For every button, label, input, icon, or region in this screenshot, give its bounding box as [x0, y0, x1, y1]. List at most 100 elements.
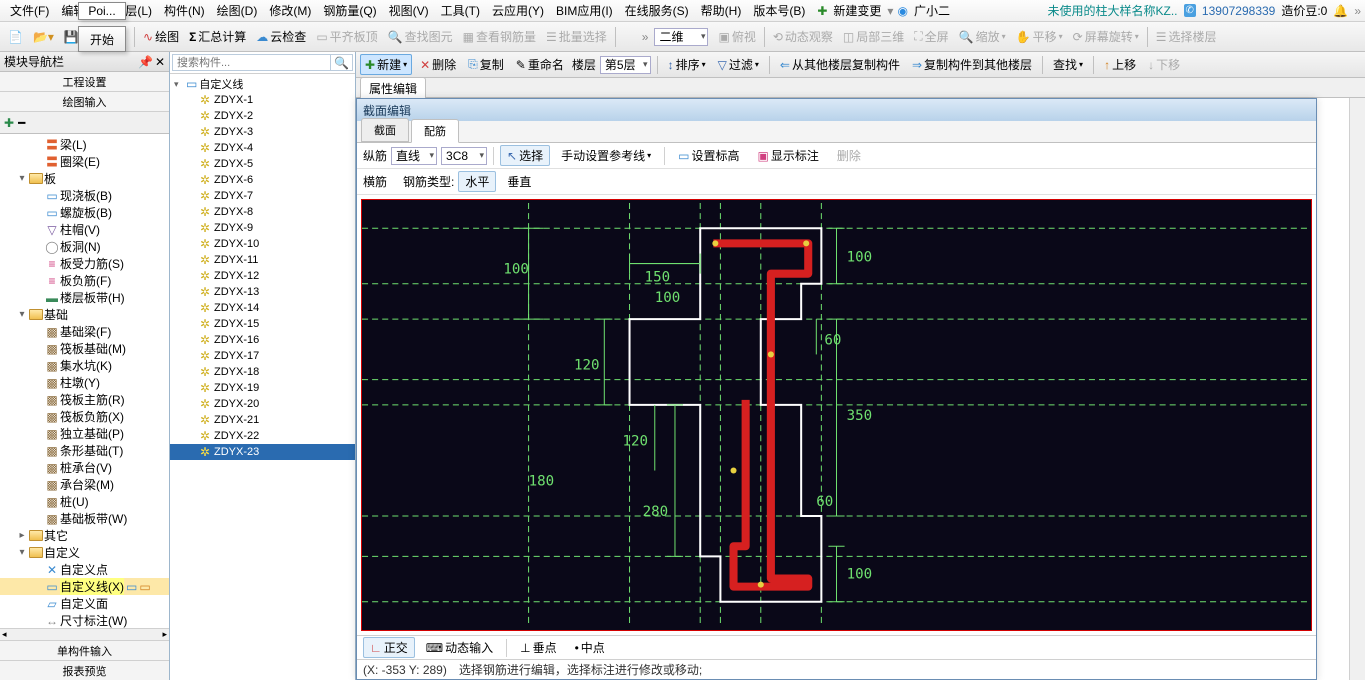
- steel-button[interactable]: ▦查看钢筋量: [459, 26, 540, 47]
- menu-online[interactable]: 在线服务(S): [619, 0, 695, 21]
- list-item[interactable]: ✲ZDYX-17: [170, 348, 355, 364]
- right-scrollbar[interactable]: [1349, 98, 1365, 680]
- vertical-button[interactable]: 垂直: [500, 171, 538, 192]
- draw-button[interactable]: ∿绘图: [139, 26, 183, 47]
- menu-modify[interactable]: 修改(M): [263, 0, 317, 21]
- list-item[interactable]: ✲ZDYX-9: [170, 220, 355, 236]
- tree-node[interactable]: ▩筏板主筋(R): [0, 391, 169, 408]
- search-button[interactable]: 🔍: [331, 54, 353, 71]
- close-icon[interactable]: ✕: [155, 55, 165, 69]
- tree-node[interactable]: 〓圈梁(E): [0, 153, 169, 170]
- copy-from-button[interactable]: ⇐从其他楼层复制构件: [776, 55, 904, 74]
- list-item[interactable]: ✲ZDYX-5: [170, 156, 355, 172]
- user-label[interactable]: 广小二: [908, 0, 956, 21]
- tree-node[interactable]: ▩柱墩(Y): [0, 374, 169, 391]
- menu-component[interactable]: 构件(N): [158, 0, 211, 21]
- list-item[interactable]: ✲ZDYX-19: [170, 380, 355, 396]
- zoom-button[interactable]: 🔍缩放▾: [955, 26, 1010, 47]
- tree-node[interactable]: ▾板: [0, 170, 169, 187]
- ortho-button[interactable]: ∟正交: [363, 637, 415, 658]
- list-item[interactable]: ✲ZDYX-7: [170, 188, 355, 204]
- rebar-tab[interactable]: 配筋: [411, 119, 459, 143]
- tree-node[interactable]: ▩独立基础(P): [0, 425, 169, 442]
- show-dim-button[interactable]: ▣显示标注: [750, 145, 825, 166]
- list-item[interactable]: ✲ZDYX-23: [170, 444, 355, 460]
- list-item[interactable]: ✲ZDYX-21: [170, 412, 355, 428]
- tab-minus-icon[interactable]: ━: [18, 116, 25, 130]
- nav-tree[interactable]: 〓梁(L)〓圈梁(E)▾板▭现浇板(B)▭螺旋板(B)▽柱帽(V)◯板洞(N) ≡…: [0, 134, 169, 628]
- down-button[interactable]: ↓下移: [1144, 55, 1184, 74]
- tree-node[interactable]: ▩筏板基础(M): [0, 340, 169, 357]
- list-item[interactable]: ✲ZDYX-18: [170, 364, 355, 380]
- tree-node[interactable]: ▽柱帽(V): [0, 221, 169, 238]
- single-input-tab[interactable]: 单构件输入: [0, 640, 169, 660]
- select-floor-button[interactable]: ☰选择楼层: [1152, 26, 1221, 47]
- menu-version[interactable]: 版本号(B): [747, 0, 811, 21]
- list-item[interactable]: ✲ZDYX-14: [170, 300, 355, 316]
- copy-button[interactable]: ⎘复制: [464, 55, 508, 74]
- new-file-icon[interactable]: 📄: [4, 28, 27, 46]
- tree-node[interactable]: ▩基础梁(F): [0, 323, 169, 340]
- search-input[interactable]: [172, 54, 331, 71]
- tree-node[interactable]: ▱自定义面: [0, 595, 169, 612]
- set-elevation-button[interactable]: ▭设置标高: [671, 145, 746, 166]
- list-item[interactable]: ✲ZDYX-20: [170, 396, 355, 412]
- menu-draw[interactable]: 绘图(D): [211, 0, 264, 21]
- pin-icon[interactable]: 📌: [138, 55, 153, 69]
- menu-cloud[interactable]: 云应用(Y): [486, 0, 550, 21]
- tree-node[interactable]: ↔尺寸标注(W): [0, 612, 169, 628]
- tree-node[interactable]: ▩桩(U): [0, 493, 169, 510]
- fullscreen-button[interactable]: ⛶全屏: [910, 26, 952, 47]
- tree-node[interactable]: ▭现浇板(B): [0, 187, 169, 204]
- rename-button[interactable]: ✎重命名: [512, 55, 568, 74]
- menu-help[interactable]: 帮助(H): [695, 0, 748, 21]
- rotate-button[interactable]: ⟳屏幕旋转▾: [1069, 26, 1143, 47]
- tree-node[interactable]: ▸其它: [0, 527, 169, 544]
- tree-node[interactable]: ▭自定义线(X)▭▭: [0, 578, 169, 595]
- list-item[interactable]: ✲ZDYX-13: [170, 284, 355, 300]
- menu-file[interactable]: 文件(F): [4, 0, 55, 21]
- menu-bim[interactable]: BIM应用(I): [550, 0, 619, 21]
- delete-rebar-button[interactable]: 删除: [830, 145, 868, 166]
- bird-view-button[interactable]: ▣俯视: [714, 26, 759, 47]
- copy-to-button[interactable]: ⇒复制构件到其他楼层: [908, 55, 1036, 74]
- sum-button[interactable]: Σ 汇总计算: [185, 26, 250, 47]
- list-item[interactable]: ✲ZDYX-6: [170, 172, 355, 188]
- list-item[interactable]: ✲ZDYX-22: [170, 428, 355, 444]
- list-item[interactable]: ✲ZDYX-15: [170, 316, 355, 332]
- expand-icon[interactable]: »: [1354, 4, 1361, 18]
- up-button[interactable]: ↑上移: [1100, 55, 1140, 74]
- tree-node[interactable]: ▩条形基础(T): [0, 442, 169, 459]
- find-button[interactable]: 查找▾: [1049, 55, 1087, 74]
- new-change-button[interactable]: 新建变更: [827, 0, 887, 21]
- menu-view[interactable]: 视图(V): [383, 0, 435, 21]
- delete-button[interactable]: ✕删除: [416, 55, 460, 74]
- draw-input-tab[interactable]: 绘图输入: [0, 92, 169, 112]
- list-item[interactable]: ✲ZDYX-4: [170, 140, 355, 156]
- tree-node[interactable]: ◯板洞(N): [0, 238, 169, 255]
- line-type-select[interactable]: 直线: [391, 147, 437, 165]
- sort-button[interactable]: ↕排序▾: [664, 55, 710, 74]
- list-item[interactable]: ✲ZDYX-12: [170, 268, 355, 284]
- list-item[interactable]: ✲ZDYX-16: [170, 332, 355, 348]
- tree-node[interactable]: ▩集水坑(K): [0, 357, 169, 374]
- warning-label[interactable]: 未使用的柱大样名称KZ..: [1048, 2, 1178, 19]
- tree-node[interactable]: 〓梁(L): [0, 136, 169, 153]
- poi-popup[interactable]: Poi...: [78, 2, 126, 20]
- mid-snap-button[interactable]: •中点: [568, 637, 612, 658]
- list-item[interactable]: ✲ZDYX-3: [170, 124, 355, 140]
- manual-ref-button[interactable]: 手动设置参考线▾: [554, 145, 658, 166]
- tree-node[interactable]: ✕自定义点: [0, 561, 169, 578]
- tree-node[interactable]: ≡板负筋(F): [0, 272, 169, 289]
- dynamic-view-button[interactable]: ⟲动态观察: [769, 26, 837, 47]
- local-3d-button[interactable]: ◫局部三维: [839, 26, 908, 47]
- filter-button[interactable]: ▽过滤▾: [714, 55, 763, 74]
- expand-icon[interactable]: »: [642, 30, 649, 44]
- report-preview-tab[interactable]: 报表预览: [0, 660, 169, 680]
- select-button[interactable]: ↖选择: [500, 145, 550, 166]
- tree-node[interactable]: ▩筏板负筋(X): [0, 408, 169, 425]
- list-item[interactable]: ✲ZDYX-10: [170, 236, 355, 252]
- tree-node[interactable]: ▭螺旋板(B): [0, 204, 169, 221]
- item-root[interactable]: ▾▭自定义线: [170, 76, 355, 92]
- tree-node[interactable]: ▩承台梁(M): [0, 476, 169, 493]
